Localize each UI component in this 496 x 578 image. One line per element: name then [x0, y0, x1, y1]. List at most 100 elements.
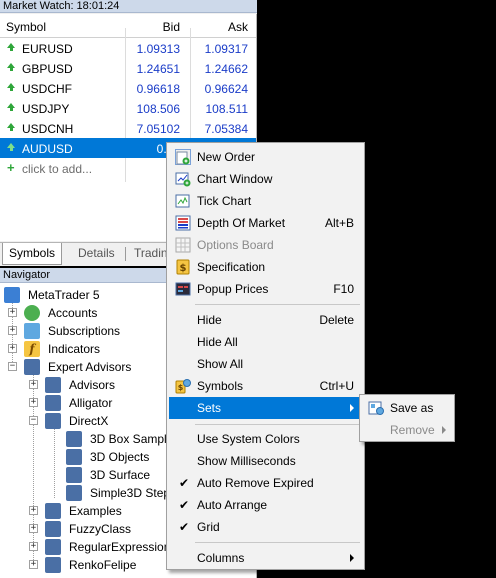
tick-chart-icon — [175, 193, 191, 209]
add-symbol-label: click to add... — [22, 162, 93, 176]
menu-item-shortcut: Ctrl+U — [319, 379, 354, 393]
tree-item-label: Accounts — [48, 306, 98, 320]
menu-item-new-order[interactable]: New Order — [169, 146, 362, 168]
collapse-icon[interactable]: − — [29, 416, 38, 425]
table-row[interactable]: GBPUSD 1.24651 1.24662 — [0, 58, 256, 78]
subscriptions-icon — [24, 323, 40, 339]
menu-item-label: Save as — [390, 401, 434, 415]
menu-item-hide[interactable]: Hide Delete — [169, 309, 362, 331]
chevron-right-icon — [442, 426, 446, 434]
svg-text:$: $ — [178, 383, 184, 392]
expand-icon[interactable]: + — [29, 560, 38, 569]
folder-expert-icon — [45, 413, 61, 429]
menu-item-symbols[interactable]: $ Symbols Ctrl+U — [169, 375, 362, 397]
menu-item-hide-all[interactable]: Hide All — [169, 331, 362, 353]
menu-item-options-board: Options Board — [169, 234, 362, 256]
menu-item-label: New Order — [197, 150, 256, 164]
options-board-icon — [175, 237, 191, 253]
menu-item-shortcut: Delete — [319, 313, 354, 327]
tree-item-label: Examples — [69, 504, 122, 518]
tab-symbols[interactable]: Symbols — [2, 243, 63, 265]
menu-item-label: Depth Of Market — [197, 216, 286, 230]
checkmark-icon: ✔ — [179, 476, 190, 490]
table-row[interactable]: USDCNH 7.05102 7.05384 — [0, 118, 256, 138]
folder-expert-icon — [45, 521, 61, 537]
table-header: Symbol Bid Ask — [0, 14, 256, 38]
menu-item-remove: Remove — [362, 419, 454, 441]
table-row[interactable]: EURUSD 1.09313 1.09317 — [0, 38, 256, 58]
tab-divider — [125, 247, 126, 261]
symbol-cell: USDJPY — [22, 102, 70, 116]
save-as-icon — [368, 400, 384, 416]
popup-prices-icon — [175, 281, 191, 297]
expert-icon — [66, 431, 82, 447]
ask-cell: 1.09317 — [204, 42, 248, 56]
expand-icon[interactable]: + — [8, 326, 17, 335]
bid-cell: 1.09313 — [136, 42, 180, 56]
menu-item-show-milliseconds[interactable]: Show Milliseconds — [169, 450, 362, 472]
menu-item-label: Popup Prices — [197, 282, 269, 296]
expand-icon[interactable]: + — [29, 524, 38, 533]
expand-icon[interactable]: + — [29, 506, 38, 515]
tree-guide — [54, 428, 55, 498]
menu-item-sets[interactable]: Sets — [169, 397, 362, 419]
folder-expert-icon — [45, 557, 61, 573]
market-watch-title[interactable]: Market Watch: 18:01:24 — [0, 0, 257, 13]
expand-icon[interactable]: + — [29, 380, 38, 389]
menu-item-grid[interactable]: ✔ Grid — [169, 516, 362, 538]
expand-icon[interactable]: + — [8, 308, 17, 317]
metatrader-icon — [4, 287, 20, 303]
menu-item-tick-chart[interactable]: Tick Chart — [169, 190, 362, 212]
tree-item-label: Indicators — [48, 342, 101, 356]
menu-item-label: Auto Remove Expired — [197, 476, 314, 490]
menu-item-use-system-colors[interactable]: Use System Colors — [169, 428, 362, 450]
symbol-cell: EURUSD — [22, 42, 73, 56]
menu-item-specification[interactable]: $ Specification — [169, 256, 362, 278]
menu-item-show-all[interactable]: Show All — [169, 353, 362, 375]
folder-expert-icon — [45, 395, 61, 411]
ask-cell: 1.24662 — [204, 62, 248, 76]
menu-item-label: Chart Window — [197, 172, 273, 186]
menu-item-label: Auto Arrange — [197, 498, 268, 512]
expand-icon[interactable]: + — [29, 542, 38, 551]
tree-item-label: FuzzyClass — [69, 522, 132, 536]
menu-item-shortcut: F10 — [333, 282, 354, 296]
table-row[interactable]: USDJPY 108.506 108.511 — [0, 98, 256, 118]
folder-expert-icon — [45, 539, 61, 555]
up-arrow-icon — [7, 103, 15, 111]
context-menu: New Order Chart Window Tick Chart Depth … — [166, 142, 365, 570]
expand-icon[interactable]: + — [29, 398, 38, 407]
checkmark-icon: ✔ — [179, 498, 190, 512]
menu-item-label: Columns — [197, 551, 245, 565]
menu-item-columns[interactable]: Columns — [169, 547, 362, 569]
tree-item-label: 3D Box Sample — [90, 432, 174, 446]
expand-icon[interactable]: + — [8, 344, 17, 353]
column-header-symbol[interactable]: Symbol — [6, 20, 46, 34]
tree-item-label: 3D Objects — [90, 450, 150, 464]
ask-cell: 0.96624 — [204, 82, 248, 96]
column-header-bid[interactable]: Bid — [163, 20, 180, 34]
symbol-cell: USDCHF — [22, 82, 72, 96]
menu-item-chart-window[interactable]: Chart Window — [169, 168, 362, 190]
collapse-icon[interactable]: − — [8, 362, 17, 371]
menu-item-label: Sets — [197, 401, 222, 415]
menu-item-label: Use System Colors — [197, 432, 300, 446]
tree-item-label: MetaTrader 5 — [28, 288, 100, 302]
menu-item-save-as[interactable]: Save as — [362, 397, 454, 419]
up-arrow-icon — [7, 43, 15, 51]
tab-details[interactable]: Details — [72, 243, 121, 265]
expert-icon — [66, 467, 82, 483]
menu-item-depth-of-market[interactable]: Depth Of Market Alt+B — [169, 212, 362, 234]
menu-item-auto-remove-expired[interactable]: ✔ Auto Remove Expired — [169, 472, 362, 494]
svg-text:$: $ — [180, 263, 187, 274]
column-header-ask[interactable]: Ask — [228, 20, 248, 34]
menu-item-auto-arrange[interactable]: ✔ Auto Arrange — [169, 494, 362, 516]
specification-icon: $ — [175, 259, 191, 275]
menu-separator — [195, 424, 360, 425]
tree-item-label: Subscriptions — [48, 324, 121, 338]
table-row[interactable]: USDCHF 0.96618 0.96624 — [0, 78, 256, 98]
checkmark-icon: ✔ — [179, 520, 190, 534]
menu-item-popup-prices[interactable]: Popup Prices F10 — [169, 278, 362, 300]
tree-item-label: RegularExpressions — [69, 540, 177, 554]
tree-item-label: 3D Surface — [90, 468, 151, 482]
